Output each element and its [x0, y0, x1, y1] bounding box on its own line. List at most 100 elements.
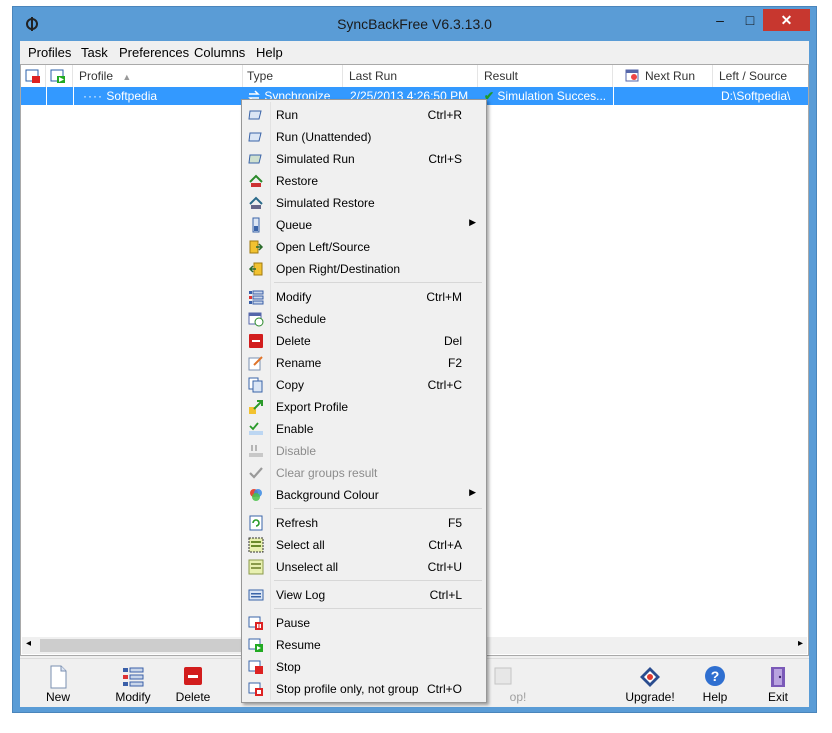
title-bar[interactable]: SyncBackFree V6.3.13.0 – □ ✕ — [13, 7, 816, 41]
menu-item-restore[interactable]: Restore — [242, 170, 486, 192]
menu-item-label: Pause — [276, 616, 311, 630]
menu-item-label: Stop — [276, 660, 301, 674]
header-next-run-label: Next Run — [645, 69, 696, 83]
modify-icon — [249, 290, 264, 305]
minimize-button[interactable]: – — [705, 9, 735, 31]
menu-item-shortcut: F5 — [447, 516, 462, 530]
modify-label: Modify — [115, 690, 151, 704]
menu-item-shortcut: Ctrl+U — [427, 560, 462, 574]
menu-item-label: Rename — [276, 356, 322, 370]
menu-item-open-right-destination[interactable]: Open Right/Destination — [242, 258, 486, 280]
menu-item-run[interactable]: Run Ctrl+R — [242, 104, 486, 126]
menu-item-label: Background Colour — [276, 488, 379, 502]
header-left-source[interactable]: Left / Source — [713, 65, 808, 87]
help-label: Help — [702, 690, 728, 704]
stop-col-icon — [25, 69, 40, 83]
menu-item-queue[interactable]: Queue ▶ — [242, 214, 486, 236]
header-last-run[interactable]: Last Run — [343, 65, 478, 87]
modify-button[interactable]: Modify — [105, 665, 161, 704]
menu-item-label: Clear groups result — [276, 466, 378, 480]
upgrade-icon — [640, 667, 660, 687]
menu-item-simulated-restore[interactable]: Simulated Restore — [242, 192, 486, 214]
stop-icon — [248, 660, 263, 674]
menu-item-refresh[interactable]: Refresh F5 — [242, 512, 486, 534]
menu-item-resume[interactable]: Resume — [242, 634, 486, 656]
menu-item-pause[interactable]: Pause — [242, 612, 486, 634]
exit-button[interactable]: Exit — [750, 665, 806, 704]
upgrade-button[interactable]: Upgrade! — [615, 665, 685, 704]
menu-item-open-left-source[interactable]: Open Left/Source — [242, 236, 486, 258]
disable-icon — [249, 445, 263, 457]
resume-icon — [248, 638, 263, 652]
menu-item-shortcut: Del — [443, 334, 462, 348]
sort-asc-icon: ▲ — [122, 72, 132, 82]
exit-label: Exit — [767, 690, 788, 704]
window-title: SyncBackFree V6.3.13.0 — [337, 16, 492, 32]
header-result[interactable]: Result — [478, 65, 613, 87]
menu-item-unselect-all[interactable]: Unselect all Ctrl+U — [242, 556, 486, 578]
menu-help[interactable]: Help — [256, 45, 283, 60]
menu-item-label: Run — [276, 108, 299, 122]
menu-preferences[interactable]: Preferences — [119, 45, 189, 60]
list-header: Profile ▲ Type Last Run Result Next Run … — [21, 65, 808, 88]
menu-item-background-colour[interactable]: Background Colour ▶ — [242, 484, 486, 506]
help-button[interactable]: ? Help — [687, 665, 743, 704]
header-run-col[interactable] — [46, 65, 73, 87]
submenu-arrow-icon: ▶ — [469, 217, 476, 227]
menu-item-modify[interactable]: Modify Ctrl+M — [242, 286, 486, 308]
header-stop-col[interactable] — [21, 65, 46, 87]
menu-item-shortcut: Ctrl+M — [426, 290, 462, 304]
maximize-button[interactable]: □ — [735, 9, 765, 31]
menu-item-rename[interactable]: Rename F2 — [242, 352, 486, 374]
new-button[interactable]: New — [30, 665, 86, 704]
scroll-right-icon[interactable]: ▸ — [798, 638, 803, 649]
upgrade-label: Upgrade! — [625, 690, 675, 704]
close-button[interactable]: ✕ — [763, 9, 810, 31]
row-profile-name: Softpedia — [106, 89, 158, 103]
select-all-icon — [248, 537, 264, 553]
menu-item-label: Restore — [276, 174, 319, 188]
menu-item-run-unattended[interactable]: Run (Unattended) — [242, 126, 486, 148]
delete-button[interactable]: Delete — [165, 665, 221, 704]
menu-task[interactable]: Task — [81, 45, 108, 60]
row-divider — [73, 87, 74, 105]
menu-item-enable[interactable]: Enable — [242, 418, 486, 440]
delete-label: Delete — [175, 690, 211, 704]
header-type[interactable]: Type — [243, 65, 343, 87]
row-profile: ···· Softpedia — [83, 89, 158, 103]
menu-profiles[interactable]: Profiles — [28, 45, 71, 60]
pause-icon — [248, 616, 263, 630]
menu-item-disable[interactable]: Disable — [242, 440, 486, 462]
row-result: ✔ Simulation Succes... — [484, 87, 611, 105]
header-profile[interactable]: Profile ▲ — [73, 65, 243, 87]
open-folder-icon — [248, 262, 263, 276]
menu-item-shortcut: Ctrl+S — [428, 152, 462, 166]
menu-item-stop[interactable]: Stop — [242, 656, 486, 678]
menu-columns[interactable]: Columns — [194, 45, 245, 60]
menu-item-view-log[interactable]: View Log Ctrl+L — [242, 584, 486, 606]
stop-profile-icon — [248, 682, 263, 696]
palette-icon — [250, 489, 262, 501]
row-divider — [46, 87, 47, 105]
unselect-all-icon — [248, 559, 264, 575]
menu-item-label: Resume — [276, 638, 321, 652]
menu-item-export-profile[interactable]: Export Profile — [242, 396, 486, 418]
menu-item-clear-groups-result[interactable]: Clear groups result — [242, 462, 486, 484]
menu-item-label: Copy — [276, 378, 305, 392]
open-folder-icon — [249, 240, 264, 254]
scroll-left-icon[interactable]: ◂ — [26, 638, 31, 649]
header-last-run-label: Last Run — [349, 69, 398, 83]
menu-item-delete[interactable]: Delete Del — [242, 330, 486, 352]
exit-door-icon — [771, 667, 785, 687]
menu-item-schedule[interactable]: Schedule — [242, 308, 486, 330]
new-label: New — [45, 690, 70, 704]
header-type-label: Type — [247, 69, 274, 83]
menu-item-select-all[interactable]: Select all Ctrl+A — [242, 534, 486, 556]
header-profile-label: Profile — [79, 69, 114, 83]
header-next-run[interactable]: Next Run — [613, 65, 713, 87]
menu-item-stop-profile-only[interactable]: Stop profile only, not group Ctrl+O — [242, 678, 486, 700]
row-result-label: Simulation Succes... — [497, 89, 607, 103]
menu-item-simulated-run[interactable]: Simulated Run Ctrl+S — [242, 148, 486, 170]
menu-item-copy[interactable]: Copy Ctrl+C — [242, 374, 486, 396]
header-result-label: Result — [484, 69, 519, 83]
